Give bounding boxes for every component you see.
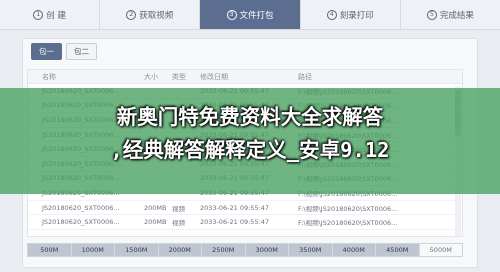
step-label: 获取视频: [139, 10, 174, 21]
cell-name: JS20180620_SXT0006...: [42, 218, 120, 227]
step-number-icon: 1: [33, 9, 44, 20]
table-row[interactable]: JS20180620_SXT0006... 200MB 视频 2033-06-21 0…: [28, 201, 462, 216]
cell-type: 视频: [172, 204, 185, 213]
step-1[interactable]: 1创 建: [0, 0, 99, 29]
package-tab-2[interactable]: 包二: [66, 43, 97, 60]
capacity-segment: 3500M: [289, 244, 333, 256]
column-path[interactable]: 路径: [298, 72, 462, 82]
step-label: 刻录打印: [339, 10, 374, 21]
step-5[interactable]: 5 完成结果: [399, 0, 500, 29]
cell-modified: 2033-06-21 09:55:47: [200, 218, 270, 227]
cell-size: 200MB: [144, 203, 167, 212]
banner-line-1: 新奥门特免费资料大全求解答: [116, 105, 384, 129]
cell-type: 视频: [172, 219, 185, 228]
step-label: 完成结果: [439, 10, 474, 21]
step-number-icon: 5: [426, 9, 437, 20]
column-modified[interactable]: 修改日期: [200, 72, 298, 82]
step-label: 创 建: [46, 10, 66, 21]
step-4[interactable]: 4 刻录打印: [299, 0, 400, 29]
capacity-segment: 3000M: [245, 244, 289, 256]
package-tab-1[interactable]: 包一: [31, 43, 62, 60]
step-label: 文件打包: [239, 10, 274, 21]
step-number-icon: 4: [326, 9, 337, 20]
capacity-segment: 2500M: [202, 244, 246, 256]
overlay-banner: 新奥门特免费资料大全求解答 ,经典解答解释定义_安卓9.12: [0, 88, 500, 194]
capacity-segment: 500M: [28, 244, 72, 256]
table-header: 名称 大小 类型 修改日期 路径: [28, 70, 462, 84]
capacity-segment: 4500M: [376, 244, 420, 256]
step-3[interactable]: 3 文件打包: [199, 0, 300, 29]
banner-line-2: ,经典解答解释定义_安卓9.12: [110, 138, 390, 162]
column-name[interactable]: 名称: [28, 72, 144, 82]
package-tabs: 包一 包二: [31, 43, 97, 60]
capacity-segment: 1500M: [115, 244, 159, 256]
column-size[interactable]: 大小: [144, 72, 172, 82]
capacity-segment: 1000M: [71, 244, 115, 256]
cell-name: JS20180620_SXT0006...: [42, 203, 120, 212]
step-bar: 1创 建 2 获取视频 3 文件打包 4 刻录打印 5 完成结果: [0, 0, 500, 30]
step-2[interactable]: 2 获取视频: [99, 0, 199, 29]
column-type[interactable]: 类型: [172, 72, 200, 82]
capacity-segment: 2000M: [158, 244, 202, 256]
cell-modified: 2033-06-21 09:55:47: [200, 203, 270, 212]
capacity-segment: 4000M: [332, 244, 376, 256]
step-number-icon: 2: [126, 9, 137, 20]
cell-path: F:\视频\JS20180620\SXT0006...: [298, 204, 398, 213]
capacity-bar: 500M 1000M 1500M 2000M 2500M 3000M 3500M 4000M 4…: [27, 243, 463, 257]
step-number-icon: 3: [226, 9, 237, 20]
cell-path: F:\视频\JS20180620\SXT0006...: [298, 219, 398, 228]
capacity-segment: 5000M: [429, 246, 452, 254]
table-row[interactable]: JS20180620_SXT0006... 200MB 视频 2033-06-21 0…: [28, 215, 462, 230]
cell-size: 200MB: [144, 218, 167, 227]
